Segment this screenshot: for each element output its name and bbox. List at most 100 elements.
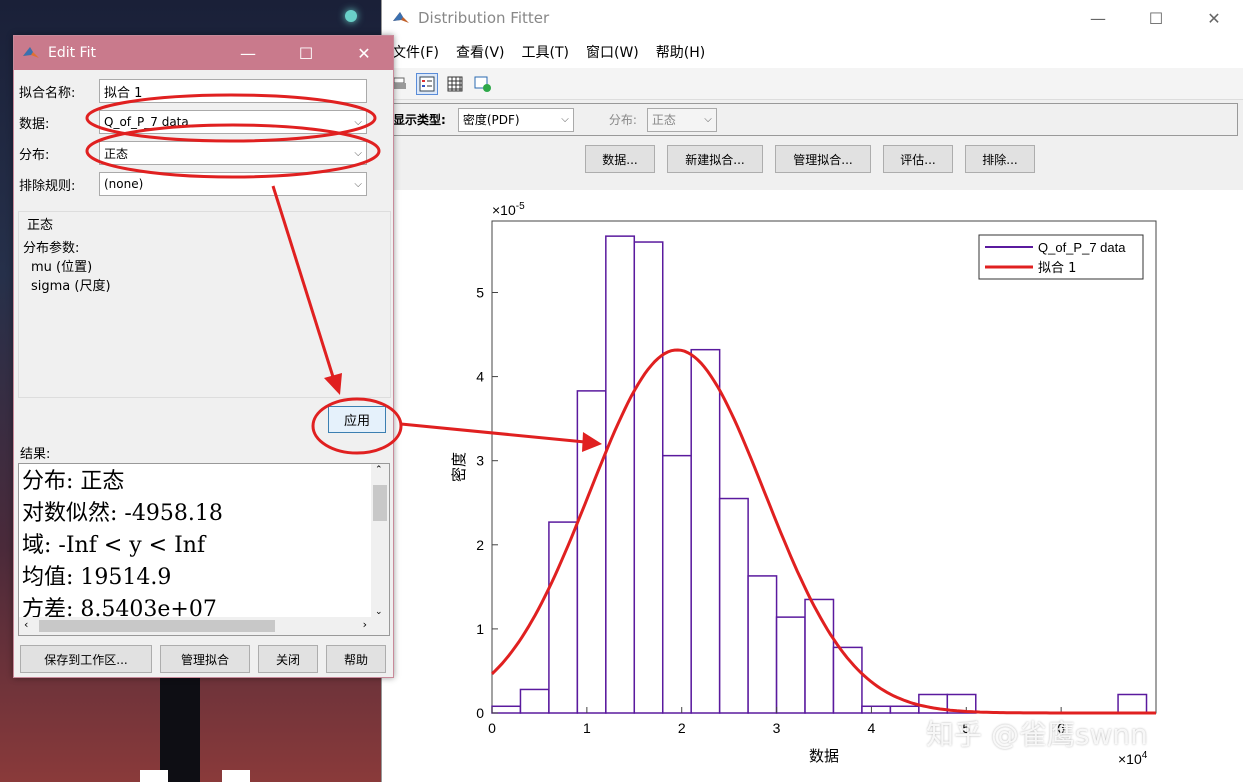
distribution-params-panel: 正态 分布参数: mu (位置) sigma (尺度): [18, 211, 391, 398]
chevron-down-icon: ⌵: [561, 114, 569, 125]
chevron-down-icon: ⌵: [354, 178, 362, 190]
y-axis-label: 密度: [450, 452, 468, 482]
scroll-up-icon[interactable]: ⌃: [375, 465, 383, 475]
toolbar: [382, 68, 1243, 100]
manage-fits-button[interactable]: 管理拟合: [160, 645, 250, 673]
matlab-logo-icon: [392, 9, 410, 27]
matlab-logo-icon: [22, 44, 40, 62]
scroll-right-icon[interactable]: ›: [363, 618, 367, 631]
results-textbox[interactable]: 分布: 正态 对数似然: -4958.18 域: -Inf < y < Inf …: [18, 463, 390, 636]
result-line: 分布: 正态: [22, 469, 125, 494]
main-button-row: 数据... 新建拟合... 管理拟合... 评估... 排除...: [585, 145, 1035, 173]
fit-name-label: 拟合名称:: [19, 85, 76, 101]
desktop-cursor-shape: [222, 770, 250, 782]
histogram-bar: [491, 705, 522, 714]
histogram-bar: [633, 241, 664, 714]
dist-label: 分布:: [608, 113, 637, 127]
histogram-bar: [690, 348, 721, 714]
data-button[interactable]: 数据...: [585, 145, 655, 173]
fit-name-row: 拟合名称: 拟合 1: [19, 79, 367, 103]
window-title: Distribution Fitter: [418, 9, 550, 27]
param-mu: mu (位置): [31, 260, 93, 275]
close-button[interactable]: 关闭: [258, 645, 318, 673]
watermark: 知乎 @雀鹰swnn: [926, 718, 1148, 751]
scroll-down-icon[interactable]: ⌄: [375, 607, 383, 617]
legend-series-fit: 拟合 1: [1038, 261, 1076, 276]
evaluate-button[interactable]: 评估...: [883, 145, 953, 173]
histogram-bar: [775, 616, 806, 714]
legend[interactable]: Q_of_P_7 data 拟合 1: [978, 234, 1144, 280]
new-fit-button[interactable]: 新建拟合...: [667, 145, 763, 173]
edit-window-title: Edit Fit: [48, 45, 96, 61]
distribution-fitter-window: Distribution Fitter — ☐ ✕ 文件(F) 查看(V) 工具…: [381, 0, 1243, 782]
manage-fit-button[interactable]: 管理拟合...: [775, 145, 871, 173]
minimize-icon[interactable]: —: [219, 36, 277, 70]
close-icon[interactable]: ✕: [335, 36, 393, 70]
histogram-bar: [861, 705, 892, 714]
exclude-button[interactable]: 排除...: [965, 145, 1035, 173]
maximize-icon[interactable]: ☐: [1127, 0, 1185, 36]
x-axis-label: 数据: [809, 747, 839, 765]
distribution-select[interactable]: 正态 ⌵: [99, 141, 367, 165]
result-line: 对数似然: -4958.18: [22, 501, 223, 526]
menu-help[interactable]: 帮助(H): [656, 42, 705, 62]
edit-titlebar: Edit Fit — ☐ ✕: [14, 36, 393, 70]
result-line: 域: -Inf < y < Inf: [22, 533, 206, 558]
dist-select: 正态 ⌵: [646, 107, 717, 132]
y-tick-label: 1: [476, 621, 484, 637]
desktop-cursor-shape: [140, 770, 168, 782]
y-exponent-label: ×10-5: [492, 201, 525, 218]
horizontal-scrollbar[interactable]: ‹ ›: [19, 617, 389, 635]
plot-area: 0123456012345 ×10-5 ×104 数据 密度 Q_of_P_7 …: [382, 190, 1243, 782]
data-select[interactable]: Q_of_P_7 data ⌵: [99, 110, 367, 134]
scroll-left-icon[interactable]: ‹: [24, 618, 28, 631]
background-light: [345, 10, 357, 22]
histogram-bar: [548, 521, 579, 714]
distribution-row: 分布: 正态 ⌵: [19, 141, 367, 165]
display-options-panel: 显示类型: 密度(PDF) ⌵ 分布: 正态 ⌵: [390, 103, 1238, 136]
minimize-icon[interactable]: —: [1069, 0, 1127, 36]
chevron-down-icon: ⌵: [704, 114, 712, 125]
y-tick-label: 4: [476, 369, 484, 385]
main-titlebar: Distribution Fitter — ☐ ✕: [382, 0, 1243, 36]
param-sigma: sigma (尺度): [31, 279, 111, 294]
save-to-workspace-button[interactable]: 保存到工作区...: [20, 645, 152, 673]
restore-view-icon[interactable]: [472, 73, 494, 95]
menu-window[interactable]: 窗口(W): [586, 42, 639, 62]
apply-button[interactable]: 应用: [328, 406, 386, 433]
x-tick-label: 1: [583, 720, 591, 736]
exclusion-select[interactable]: (none) ⌵: [99, 172, 367, 196]
close-icon[interactable]: ✕: [1185, 0, 1243, 36]
help-button[interactable]: 帮助: [326, 645, 386, 673]
data-label: 数据:: [19, 116, 50, 132]
display-type-select[interactable]: 密度(PDF) ⌵: [457, 107, 574, 132]
x-tick-label: 3: [773, 720, 781, 736]
maximize-icon[interactable]: ☐: [277, 36, 335, 70]
distribution-name: 正态: [27, 218, 54, 233]
y-tick-label: 3: [476, 453, 484, 469]
menubar: 文件(F) 查看(V) 工具(T) 窗口(W) 帮助(H): [382, 36, 1243, 68]
menu-view[interactable]: 查看(V): [456, 42, 505, 62]
x-tick-label: 4: [868, 720, 876, 736]
y-tick-label: 2: [476, 537, 484, 553]
legend-toggle-icon[interactable]: [416, 72, 438, 95]
fit-name-input[interactable]: 拟合 1: [99, 79, 367, 103]
y-tick-label: 0: [476, 705, 484, 721]
histogram-bar: [605, 235, 636, 714]
histogram-bar: [747, 575, 778, 714]
chevron-down-icon: ⌵: [354, 147, 362, 159]
vertical-scroll-thumb[interactable]: [373, 485, 387, 521]
params-label: 分布参数:: [23, 241, 80, 256]
horizontal-scroll-thumb[interactable]: [39, 620, 275, 632]
results-label: 结果:: [20, 447, 51, 462]
x-tick-label: 0: [488, 720, 496, 736]
result-line: 均值: 19514.9: [22, 565, 172, 590]
vertical-scrollbar[interactable]: ⌃ ⌄: [371, 464, 389, 618]
data-row: 数据: Q_of_P_7 data ⌵: [19, 110, 367, 134]
histogram-bar: [661, 454, 692, 714]
distribution-chart: 0 1 2 3 4 5 6012345 ×10-5 ×104 数据 密度 Q_of_P_7 …: [450, 201, 1157, 767]
menu-file[interactable]: 文件(F): [392, 42, 439, 62]
menu-tools[interactable]: 工具(T): [522, 42, 569, 62]
grid-toggle-icon[interactable]: [444, 73, 466, 95]
x-tick-label: 2: [678, 720, 686, 736]
